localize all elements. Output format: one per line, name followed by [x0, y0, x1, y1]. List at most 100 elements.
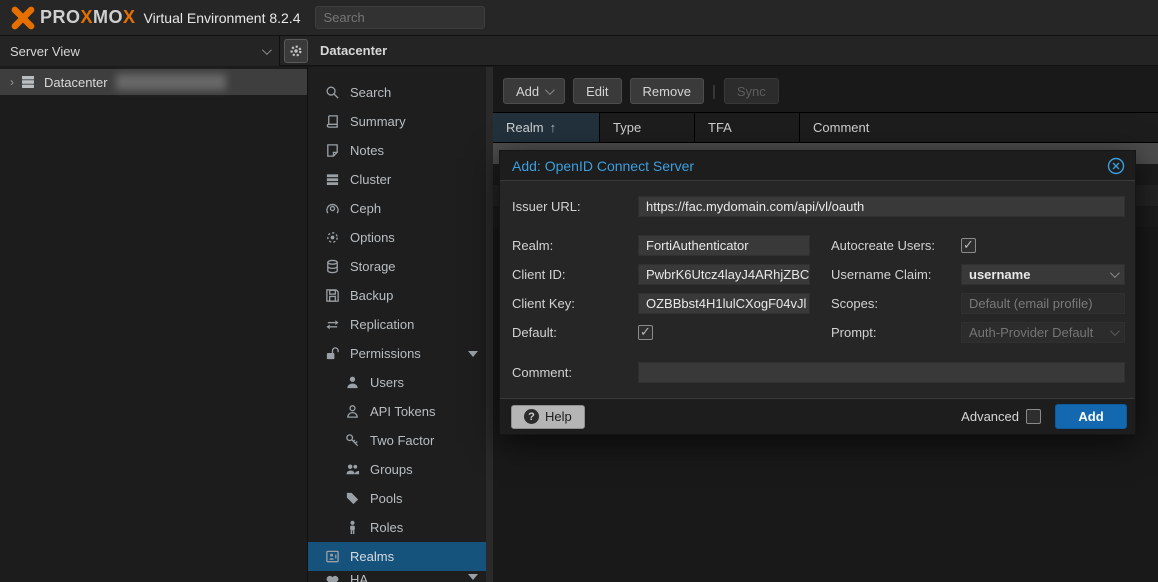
prompt-label: Prompt: — [831, 325, 877, 340]
ceph-icon — [325, 201, 340, 216]
menu-item-notes[interactable]: Notes — [308, 136, 492, 165]
close-circle-icon — [1107, 157, 1125, 175]
person-icon — [345, 520, 360, 535]
chevron-down-icon — [262, 45, 272, 55]
autocreate-users-checkbox[interactable] — [961, 238, 976, 253]
search-icon — [325, 85, 340, 100]
unlock-icon — [325, 346, 340, 361]
toolbar-separator: | — [712, 83, 716, 100]
gear-icon — [289, 44, 303, 58]
default-checkbox[interactable] — [638, 325, 653, 340]
brand-wordmark: PROXMOX — [40, 7, 136, 28]
menu-item-cluster[interactable]: Cluster — [308, 165, 492, 194]
prompt-select[interactable]: Auth-Provider Default — [961, 322, 1125, 343]
comment-label: Comment: — [512, 365, 572, 380]
autocreate-users-label: Autocreate Users: — [831, 238, 935, 253]
global-search-input[interactable] — [315, 6, 485, 29]
column-header-type[interactable]: Type — [600, 113, 695, 142]
tree-settings-button[interactable] — [284, 39, 308, 63]
menu-item-api-tokens[interactable]: API Tokens — [308, 397, 492, 426]
proxmox-logo-icon — [10, 5, 36, 31]
id-card-icon — [325, 549, 340, 564]
tree-expander-icon[interactable]: › — [10, 75, 14, 89]
menu-item-search[interactable]: Search — [308, 78, 492, 107]
advanced-checkbox[interactable] — [1026, 409, 1041, 424]
dialog-footer: ? Help Advanced Add — [500, 398, 1135, 434]
sort-ascending-icon: ↑ — [550, 120, 557, 135]
app-header: PROXMOX Virtual Environment 8.2.4 — [0, 0, 1158, 36]
menu-scrollbar[interactable] — [486, 67, 493, 582]
comment-input[interactable] — [638, 362, 1125, 383]
realm-input[interactable]: FortiAuthenticator — [638, 235, 810, 256]
users-group-icon — [345, 462, 360, 477]
column-header-realm[interactable]: Realm ↑ — [493, 113, 600, 142]
menu-item-backup[interactable]: Backup — [308, 281, 492, 310]
secondary-bar: Server View Datacenter — [0, 36, 1158, 66]
user-outline-icon — [345, 404, 360, 419]
menu-item-permissions[interactable]: Permissions — [308, 339, 492, 368]
view-selector-dropdown[interactable]: Server View — [0, 36, 280, 66]
redacted-node-name — [116, 74, 226, 90]
dialog-add-button[interactable]: Add — [1055, 404, 1127, 429]
menu-item-storage[interactable]: Storage — [308, 252, 492, 281]
collapse-caret-icon[interactable] — [468, 351, 478, 357]
realms-toolbar: Add Edit Remove | Sync — [493, 77, 779, 105]
cluster-icon — [325, 172, 340, 187]
chevron-down-icon — [1110, 268, 1120, 278]
datacenter-icon — [20, 74, 36, 90]
scopes-input[interactable]: Default (email profile) — [961, 293, 1125, 314]
username-claim-select[interactable]: username — [961, 264, 1125, 285]
issuer-url-label: Issuer URL: — [512, 199, 581, 214]
key-icon — [345, 433, 360, 448]
menu-item-summary[interactable]: Summary — [308, 107, 492, 136]
heartbeat-icon — [325, 573, 340, 582]
resource-tree-panel: › Datacenter — [0, 67, 308, 582]
book-icon — [325, 114, 340, 129]
chevron-down-icon — [1110, 326, 1120, 336]
menu-item-realms[interactable]: Realms — [308, 542, 492, 571]
menu-item-pools[interactable]: Pools — [308, 484, 492, 513]
question-circle-icon: ? — [524, 409, 539, 424]
sync-arrows-icon — [325, 317, 340, 332]
username-claim-label: Username Claim: — [831, 267, 931, 282]
tag-icon — [345, 491, 360, 506]
menu-item-groups[interactable]: Groups — [308, 455, 492, 484]
close-button[interactable] — [1107, 157, 1125, 175]
realm-label: Realm: — [512, 238, 553, 253]
gear-icon — [325, 230, 340, 245]
chevron-down-icon — [545, 85, 555, 95]
menu-item-options[interactable]: Options — [308, 223, 492, 252]
client-key-label: Client Key: — [512, 296, 575, 311]
help-button[interactable]: ? Help — [511, 405, 585, 429]
remove-button[interactable]: Remove — [630, 78, 704, 104]
database-icon — [325, 259, 340, 274]
menu-item-replication[interactable]: Replication — [308, 310, 492, 339]
edit-button[interactable]: Edit — [573, 78, 621, 104]
client-key-input[interactable]: OZBBbst4H1lulCXogF04vJl — [638, 293, 810, 314]
client-id-input[interactable]: PwbrK6Utcz4layJ4ARhjZBC — [638, 264, 810, 285]
menu-item-ha[interactable]: HA — [308, 571, 492, 582]
client-id-label: Client ID: — [512, 267, 565, 282]
add-openid-dialog: Add: OpenID Connect Server Issuer URL: h… — [499, 150, 1136, 435]
breadcrumb: Datacenter — [320, 36, 387, 66]
floppy-icon — [325, 288, 340, 303]
column-header-tfa[interactable]: TFA — [695, 113, 800, 142]
column-header-comment[interactable]: Comment — [800, 113, 1158, 142]
menu-item-two-factor[interactable]: Two Factor — [308, 426, 492, 455]
version-text: Virtual Environment 8.2.4 — [144, 10, 301, 26]
scopes-label: Scopes: — [831, 296, 878, 311]
user-icon — [345, 375, 360, 390]
tree-node-label: Datacenter — [44, 75, 108, 90]
issuer-url-input[interactable]: https://fac.mydomain.com/api/vl/oauth — [638, 196, 1125, 217]
dialog-header[interactable]: Add: OpenID Connect Server — [500, 151, 1135, 181]
add-dropdown-button[interactable]: Add — [503, 78, 565, 104]
sync-button[interactable]: Sync — [724, 78, 779, 104]
menu-item-roles[interactable]: Roles — [308, 513, 492, 542]
menu-item-ceph[interactable]: Ceph — [308, 194, 492, 223]
default-label: Default: — [512, 325, 557, 340]
menu-item-users[interactable]: Users — [308, 368, 492, 397]
view-selector-label: Server View — [10, 44, 262, 59]
tree-node-datacenter[interactable]: › Datacenter — [0, 69, 307, 95]
collapse-caret-icon[interactable] — [468, 574, 478, 580]
advanced-label: Advanced — [961, 409, 1019, 424]
